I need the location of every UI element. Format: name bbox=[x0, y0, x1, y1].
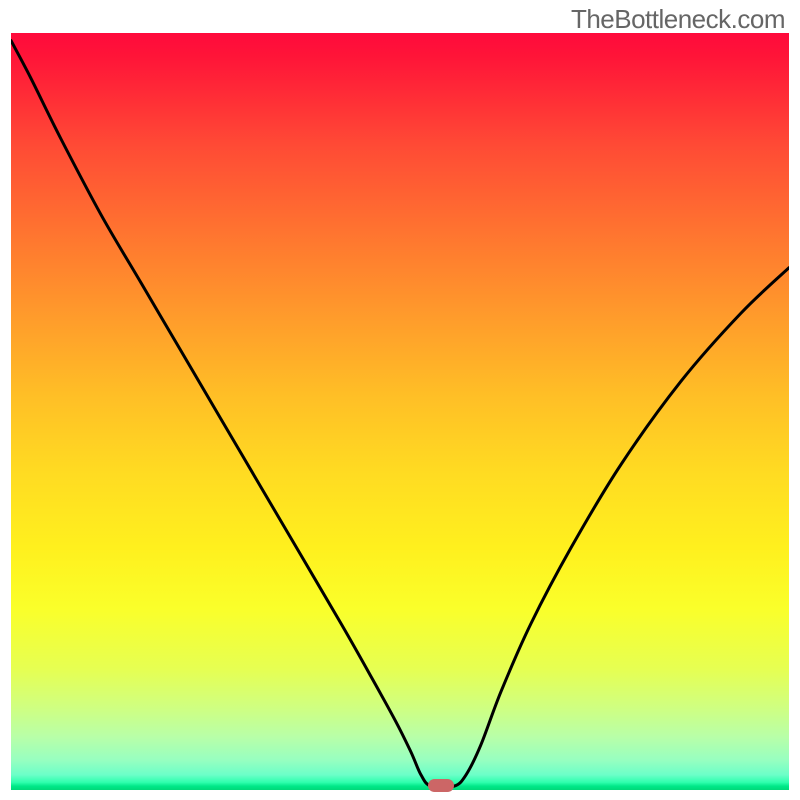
plot-area bbox=[11, 33, 789, 790]
curve-svg bbox=[11, 33, 789, 790]
optimal-marker bbox=[428, 779, 454, 792]
watermark-text: TheBottleneck.com bbox=[571, 4, 785, 35]
bottleneck-curve-line bbox=[11, 41, 789, 788]
bottleneck-chart: TheBottleneck.com bbox=[0, 0, 800, 800]
